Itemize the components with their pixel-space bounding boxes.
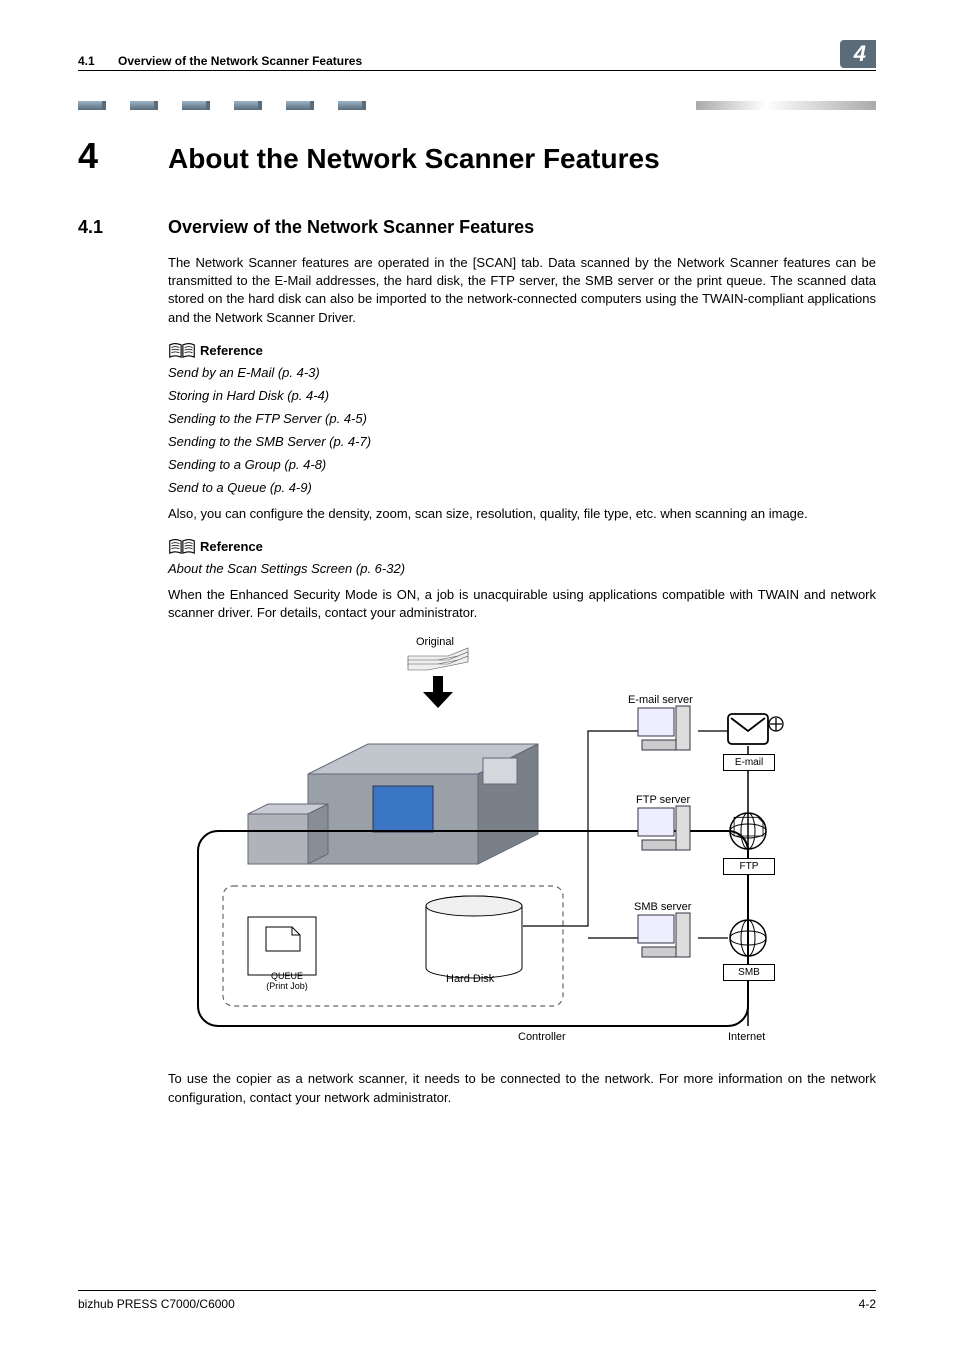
footer-page: 4-2 — [859, 1297, 876, 1311]
diagram-label-harddisk: Hard Disk — [446, 973, 494, 985]
book-icon — [168, 537, 196, 557]
chapter-number: 4 — [78, 135, 168, 177]
header-left: 4.1 Overview of the Network Scanner Feat… — [78, 54, 362, 68]
reference-header: Reference — [168, 537, 876, 557]
reference-block-1: Reference Send by an E-Mail (p. 4-3) Sto… — [168, 341, 876, 495]
decorative-bar — [78, 101, 876, 111]
diagram-endpoint-smb: SMB — [723, 964, 775, 981]
paragraph-1: The Network Scanner features are operate… — [168, 254, 876, 327]
diagram-label-controller: Controller — [518, 1031, 566, 1043]
diagram-label-smb-server: SMB server — [634, 901, 691, 913]
page-header: 4.1 Overview of the Network Scanner Feat… — [78, 40, 876, 71]
reference-link[interactable]: Send to a Queue (p. 4-9) — [168, 480, 876, 495]
diagram-label-internet: Internet — [728, 1031, 765, 1043]
network-diagram: Original — [168, 636, 788, 1056]
reference-link[interactable]: Sending to the FTP Server (p. 4-5) — [168, 411, 876, 426]
book-icon — [168, 341, 196, 361]
reference-link[interactable]: Sending to a Group (p. 4-8) — [168, 457, 876, 472]
diagram-label-ftp-server: FTP server — [636, 794, 690, 806]
header-section-number: 4.1 — [78, 54, 95, 68]
section-title: 4.1 Overview of the Network Scanner Feat… — [78, 217, 876, 238]
paragraph-3: When the Enhanced Security Mode is ON, a… — [168, 586, 876, 622]
paragraph-4: To use the copier as a network scanner, … — [168, 1070, 876, 1106]
chapter-badge: 4 — [840, 40, 876, 68]
smb-server-icon — [638, 913, 690, 957]
section-title-text: Overview of the Network Scanner Features — [168, 217, 534, 238]
ftp-server-icon — [638, 806, 690, 850]
reference-link[interactable]: Storing in Hard Disk (p. 4-4) — [168, 388, 876, 403]
chapter-title-text: About the Network Scanner Features — [168, 143, 660, 175]
reference-link[interactable]: About the Scan Settings Screen (p. 6-32) — [168, 561, 876, 576]
reference-link[interactable]: Send by an E-Mail (p. 4-3) — [168, 365, 876, 380]
diagram-endpoint-email: E-mail — [723, 754, 775, 771]
page-footer: bizhub PRESS C7000/C6000 4-2 — [78, 1290, 876, 1311]
email-icon — [728, 714, 783, 744]
reference-label: Reference — [200, 539, 263, 554]
diagram-label-printjob: (Print Job) — [262, 982, 312, 992]
paragraph-2: Also, you can configure the density, zoo… — [168, 505, 876, 523]
header-section-title: Overview of the Network Scanner Features — [118, 54, 362, 68]
section-number: 4.1 — [78, 217, 168, 238]
footer-product: bizhub PRESS C7000/C6000 — [78, 1297, 235, 1311]
chapter-title: 4 About the Network Scanner Features — [78, 135, 876, 177]
email-server-icon — [638, 706, 690, 750]
reference-header: Reference — [168, 341, 876, 361]
reference-block-2: Reference About the Scan Settings Screen… — [168, 537, 876, 576]
diagram-endpoint-ftp: FTP — [723, 858, 775, 875]
reference-link[interactable]: Sending to the SMB Server (p. 4-7) — [168, 434, 876, 449]
diagram-label-email-server: E-mail server — [628, 694, 693, 706]
reference-label: Reference — [200, 343, 263, 358]
